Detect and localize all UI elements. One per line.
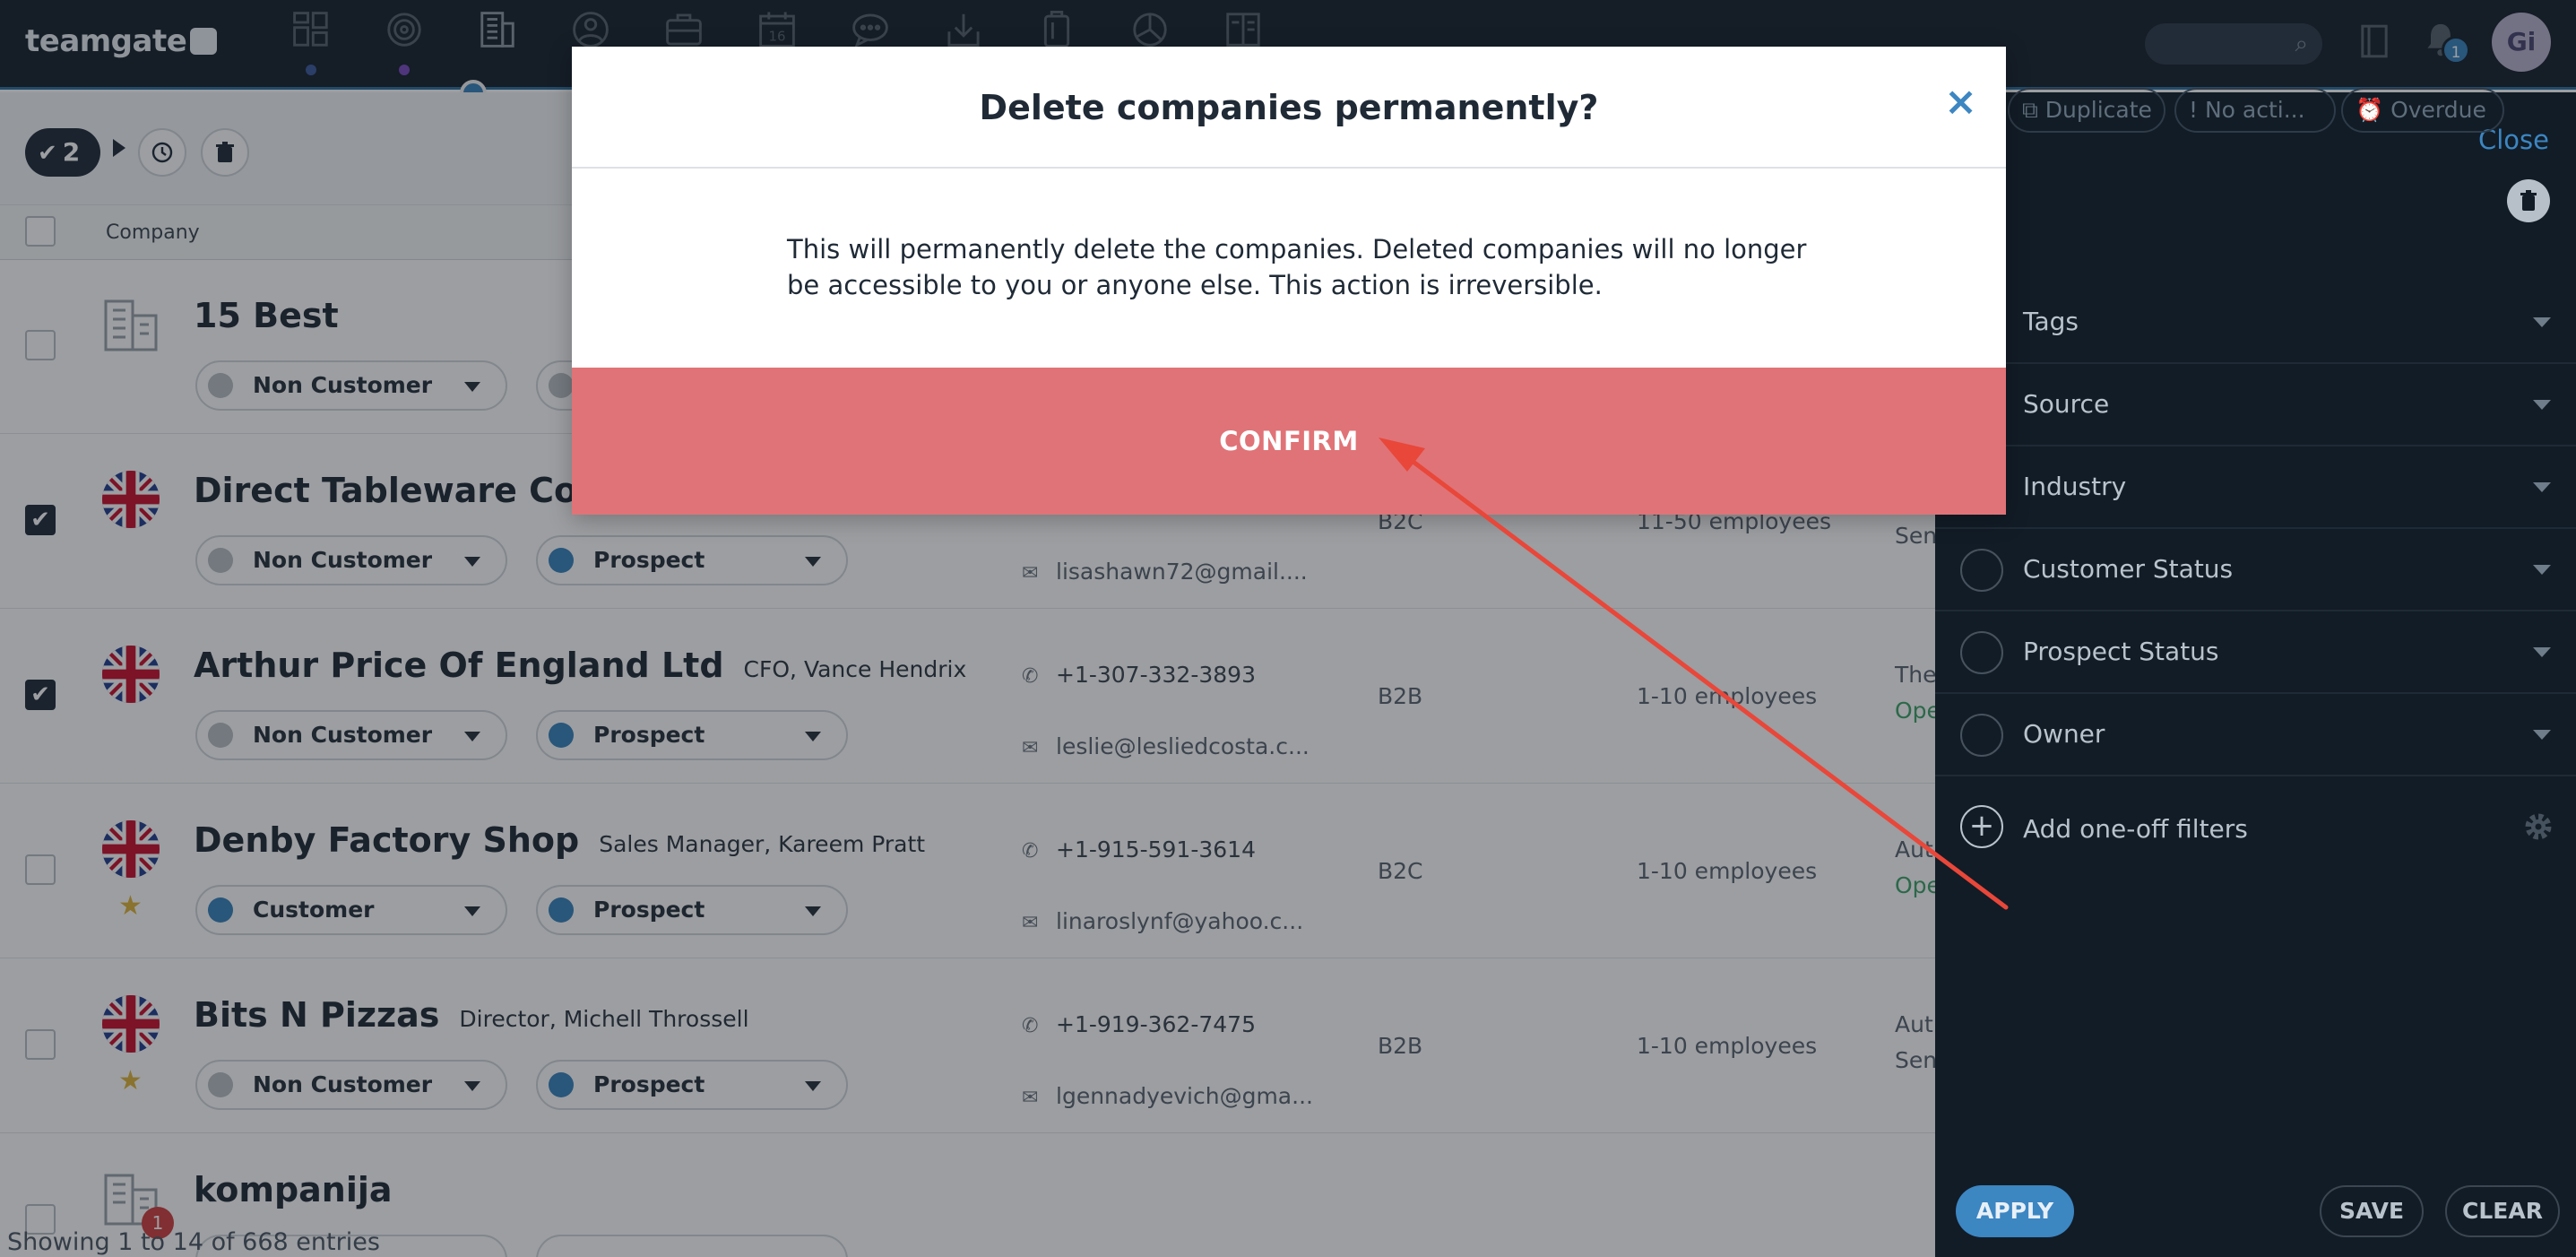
filter-label: Customer Status [2023,554,2234,584]
trash-icon [2520,190,2537,211]
confirm-button[interactable]: CONFIRM [572,368,2006,515]
quick-filter-overdue[interactable]: ⏰ Overdue [2341,88,2504,133]
filter-label: Industry [2023,472,2127,501]
status-range-icon [1960,631,2003,674]
plus-circle-icon: + [1960,805,2003,848]
filter-industry[interactable]: Industry [1935,446,2576,529]
quick-filter-no-activity[interactable]: ! No acti... [2174,88,2336,133]
dialog-message: This will permanently delete the compani… [787,234,1807,300]
filter-owner[interactable]: Owner [1935,694,2576,776]
filter-source[interactable]: Source [1935,364,2576,446]
person-icon [1960,714,2003,757]
chevron-down-icon [2533,730,2551,740]
panel-trash-button[interactable] [2507,179,2550,222]
apply-filters-button[interactable]: APPLY [1956,1185,2074,1237]
dialog-title: Delete companies permanently? [979,88,1599,127]
quick-filter-label: Overdue [2390,97,2486,123]
gear-icon[interactable] [2520,809,2556,845]
quick-filter-label: No acti... [2204,97,2305,123]
filter-label: Prospect Status [2023,637,2219,666]
delete-confirmation-dialog: Delete companies permanently? × This wil… [572,47,2006,515]
quick-filter-duplicate[interactable]: ⧉ Duplicate [2008,88,2165,133]
add-filter-label: Add one-off filters [2023,814,2248,844]
chevron-down-icon [2533,400,2551,410]
chevron-down-icon [2533,482,2551,492]
add-one-off-filters[interactable]: + Add one-off filters [1935,789,2576,868]
chevron-down-icon [2533,647,2551,657]
filter-customer-status[interactable]: Customer Status [1935,529,2576,611]
status-range-icon [1960,549,2003,592]
alarm-clock-icon: ⏰ [2356,97,2391,123]
clear-filters-button[interactable]: CLEAR [2445,1185,2560,1237]
chevron-down-icon [2533,565,2551,575]
save-filters-button[interactable]: SAVE [2320,1185,2424,1237]
exclamation-icon: ! [2189,97,2205,123]
filter-label: Tags [2023,307,2079,336]
duplicate-icon: ⧉ [2022,97,2045,123]
filter-tags[interactable]: Tags [1935,282,2576,364]
chevron-down-icon [2533,317,2551,327]
filter-label: Owner [2023,719,2105,749]
filter-prospect-status[interactable]: Prospect Status [1935,611,2576,694]
filter-label: Source [2023,389,2110,419]
quick-filter-label: Duplicate [2044,97,2152,123]
dialog-header: Delete companies permanently? × [572,47,2006,169]
close-icon[interactable]: × [1944,82,1977,122]
